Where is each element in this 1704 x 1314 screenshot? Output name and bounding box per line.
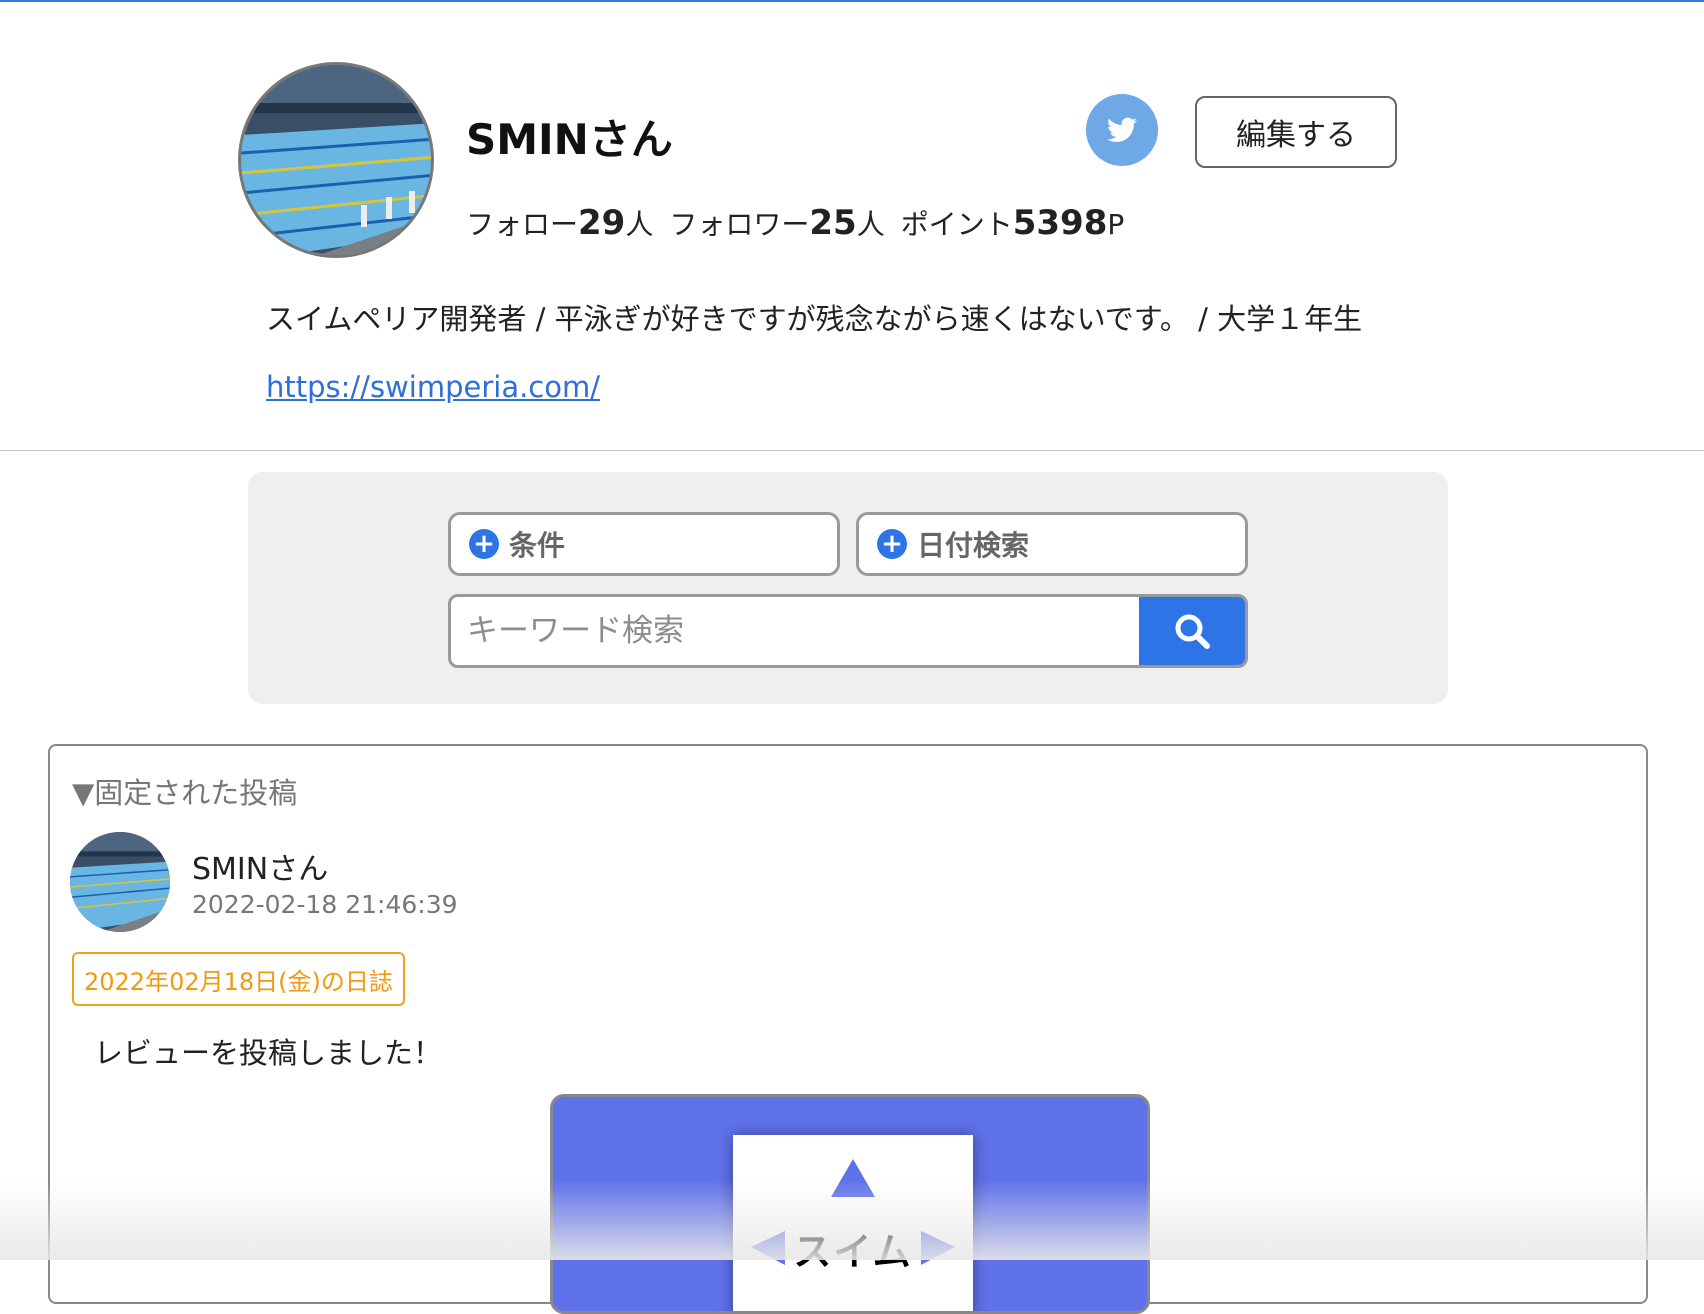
magnifier-icon (1175, 614, 1210, 649)
condition-filter-button[interactable]: + 条件 (448, 512, 840, 576)
pool-photo (241, 65, 431, 255)
follow-count: 29 (578, 203, 626, 243)
follower-count: 25 (809, 203, 857, 243)
date-search-label: 日付検索 (917, 529, 1030, 562)
plus-circle-icon: + (469, 529, 499, 559)
point-label: ポイント (900, 208, 1013, 241)
search-panel: + 条件 + 日付検索 (248, 472, 1448, 704)
plus-circle-icon: + (877, 529, 907, 559)
keyword-search-box (448, 594, 1248, 668)
edit-profile-button[interactable]: 編集する (1195, 96, 1397, 168)
post-author-name[interactable]: SMINさん (192, 844, 328, 888)
post-text: レビューを投稿しました！ (94, 1036, 443, 1070)
diary-tag[interactable]: 2022年02月18日(金)の日誌 (72, 952, 405, 1006)
follower-label: フォロワー (669, 208, 810, 241)
profile-bio: スイムペリア開発者 / 平泳ぎが好きですが残念ながら速くはないです。 / 大学１… (266, 302, 1363, 336)
search-submit-button[interactable] (1139, 597, 1245, 665)
condition-label: 条件 (509, 529, 566, 562)
profile-name: SMINさん (466, 115, 673, 164)
follow-link[interactable]: フォロー29人 (466, 203, 654, 243)
top-accent-line (0, 0, 1704, 2)
keyword-search-input[interactable] (451, 597, 1137, 665)
profile-avatar[interactable] (238, 62, 434, 258)
twitter-button[interactable] (1086, 94, 1158, 166)
twitter-bird-icon (1107, 117, 1137, 142)
point-value: 5398 (1012, 203, 1108, 243)
review-preview-card[interactable]: スイム (550, 1094, 1150, 1314)
post-author-avatar[interactable] (70, 832, 170, 932)
pinned-post-card: ▼固定された投稿 SMINさん 2022-02-18 21:46:39 2022… (48, 744, 1648, 1314)
review-logo-text: スイム (793, 1230, 913, 1274)
section-divider (0, 450, 1704, 451)
post-timestamp: 2022-02-18 21:46:39 (192, 890, 458, 919)
date-search-button[interactable]: + 日付検索 (856, 512, 1248, 576)
profile-website-link[interactable]: https://swimperia.com/ (266, 370, 600, 404)
points: ポイント5398P (900, 203, 1125, 243)
point-unit: P (1107, 208, 1125, 241)
follow-unit: 人 (625, 208, 654, 241)
follower-link[interactable]: フォロワー25人 (669, 203, 885, 243)
profile-stats: フォロー29人 フォロワー25人 ポイント5398P (466, 203, 1124, 243)
follow-label: フォロー (466, 208, 579, 241)
pinned-post-heading[interactable]: ▼固定された投稿 (72, 770, 297, 812)
review-logo: スイム (733, 1135, 973, 1311)
pool-photo (70, 832, 170, 932)
follower-unit: 人 (856, 208, 885, 241)
